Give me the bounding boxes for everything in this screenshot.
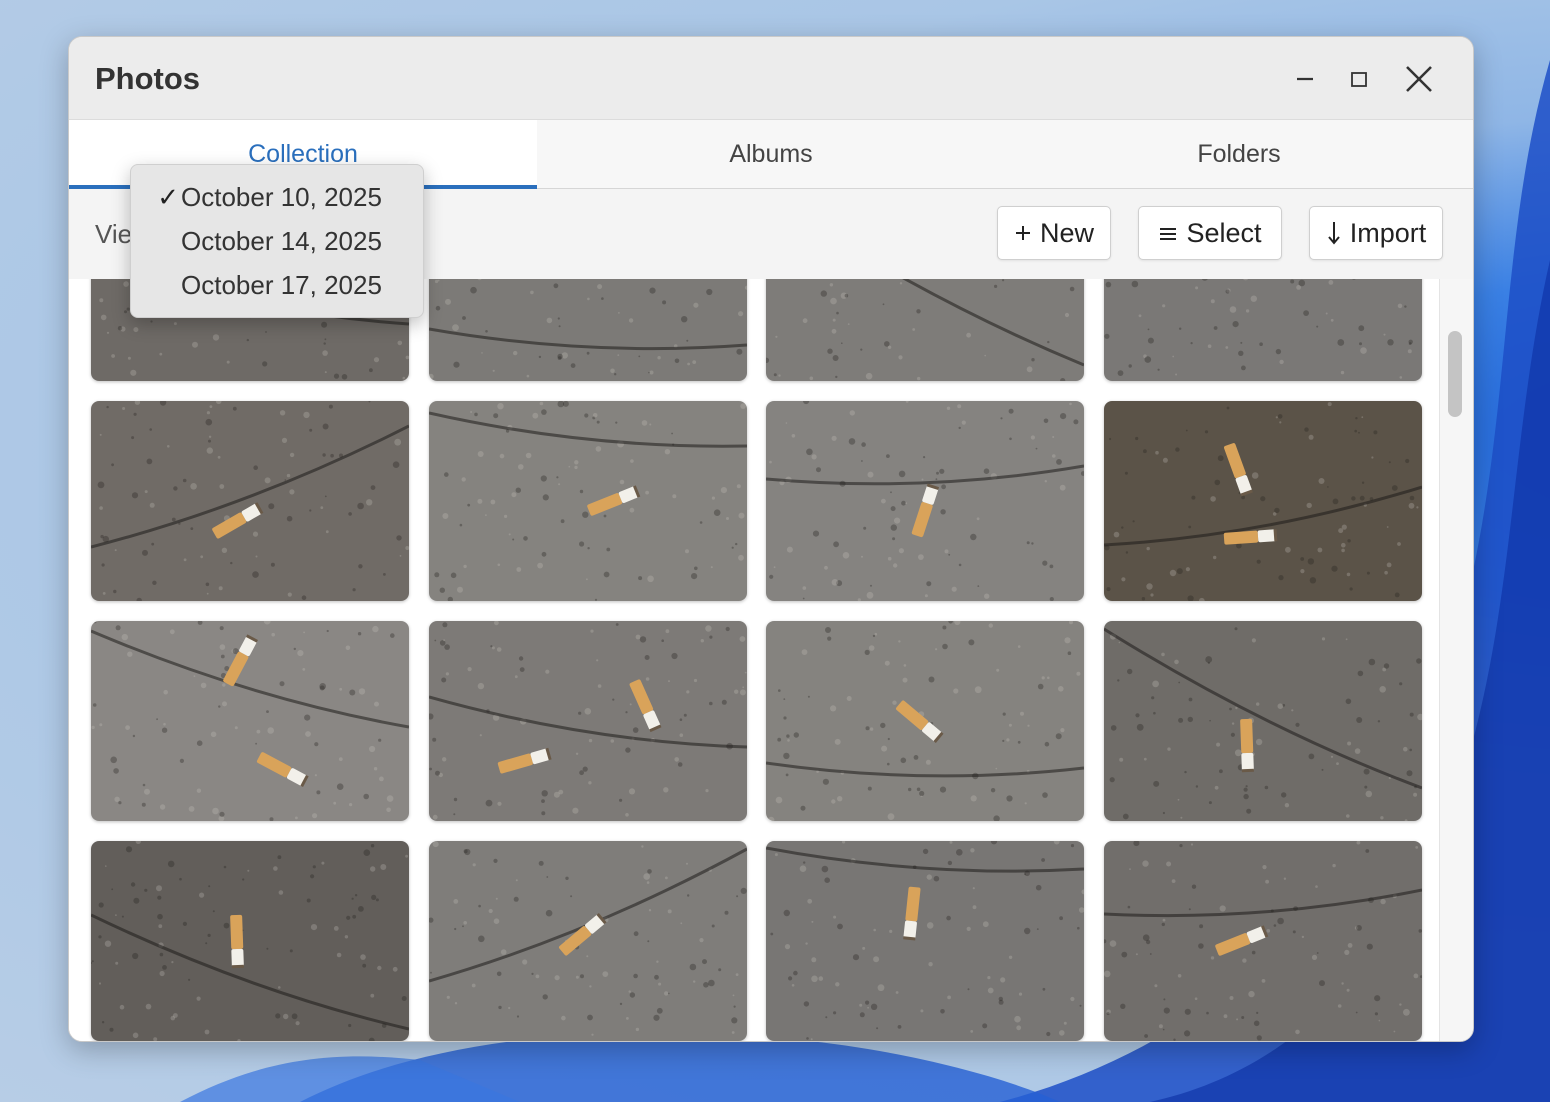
new-button[interactable]: New: [997, 206, 1111, 260]
photo-image: [429, 401, 747, 601]
date-option-oct-10[interactable]: ✓ October 10, 2025: [131, 175, 423, 219]
view-by-dropdown-menu: ✓ October 10, 2025 October 14, 2025 Octo…: [130, 164, 424, 318]
photo-image: [1104, 621, 1422, 821]
date-option-label: October 14, 2025: [181, 225, 382, 256]
tab-folders[interactable]: Folders: [1005, 120, 1473, 188]
close-button[interactable]: [1399, 59, 1439, 99]
photo-thumbnail[interactable]: [91, 841, 409, 1041]
photo-thumbnail[interactable]: [1104, 841, 1422, 1041]
arrow-down-icon: [1327, 222, 1340, 245]
import-button[interactable]: Import: [1309, 206, 1443, 260]
photo-thumbnail[interactable]: [766, 621, 1084, 821]
photo-thumbnail[interactable]: [91, 621, 409, 821]
tab-albums[interactable]: Albums: [537, 120, 1005, 188]
photo-image: [766, 279, 1084, 381]
new-button-label: New: [1039, 217, 1094, 248]
date-option-label: October 17, 2025: [181, 269, 382, 300]
photo-image: [429, 621, 747, 821]
maximize-icon: [1351, 72, 1367, 87]
minimize-icon: [1297, 77, 1313, 81]
photo-thumbnail[interactable]: [429, 401, 747, 601]
photo-image: [1104, 279, 1422, 381]
checkmark-icon: ✓: [157, 181, 179, 212]
date-option-oct-17[interactable]: October 17, 2025: [131, 263, 423, 307]
photo-grid: [69, 279, 1473, 1041]
maximize-button[interactable]: [1339, 59, 1379, 99]
date-option-oct-14[interactable]: October 14, 2025: [131, 219, 423, 263]
photo-image: [766, 621, 1084, 821]
photo-image: [429, 279, 747, 381]
photo-thumbnail[interactable]: [766, 279, 1084, 381]
photo-image: [91, 621, 409, 821]
photo-thumbnail[interactable]: [91, 401, 409, 601]
vertical-scrollbar[interactable]: [1439, 279, 1473, 1041]
photo-image: [91, 401, 409, 601]
minimize-button[interactable]: [1285, 59, 1325, 99]
photo-image: [91, 841, 409, 1041]
list-icon: [1160, 228, 1177, 240]
photo-thumbnail[interactable]: [1104, 401, 1422, 601]
import-button-label: Import: [1349, 217, 1427, 248]
photo-thumbnail[interactable]: [1104, 279, 1422, 381]
photo-image: [766, 841, 1084, 1041]
photo-thumbnail[interactable]: [1104, 621, 1422, 821]
date-option-label: October 10, 2025: [181, 181, 382, 212]
plus-icon: [1015, 226, 1030, 240]
select-button-label: Select: [1186, 217, 1262, 248]
photo-thumbnail[interactable]: [766, 841, 1084, 1041]
photo-thumbnail[interactable]: [766, 401, 1084, 601]
window-title: Photos: [95, 61, 201, 96]
title-bar: Photos: [69, 37, 1473, 120]
photo-thumbnail[interactable]: [429, 279, 747, 381]
photo-image: [1104, 841, 1422, 1041]
photo-image: [1104, 401, 1422, 601]
photo-thumbnail[interactable]: [429, 841, 747, 1041]
close-icon: [1406, 66, 1432, 92]
photo-image: [766, 401, 1084, 601]
photo-thumbnail[interactable]: [429, 621, 747, 821]
select-button[interactable]: Select: [1138, 206, 1282, 260]
photo-image: [429, 841, 747, 1041]
scrollbar-thumb[interactable]: [1448, 331, 1462, 417]
